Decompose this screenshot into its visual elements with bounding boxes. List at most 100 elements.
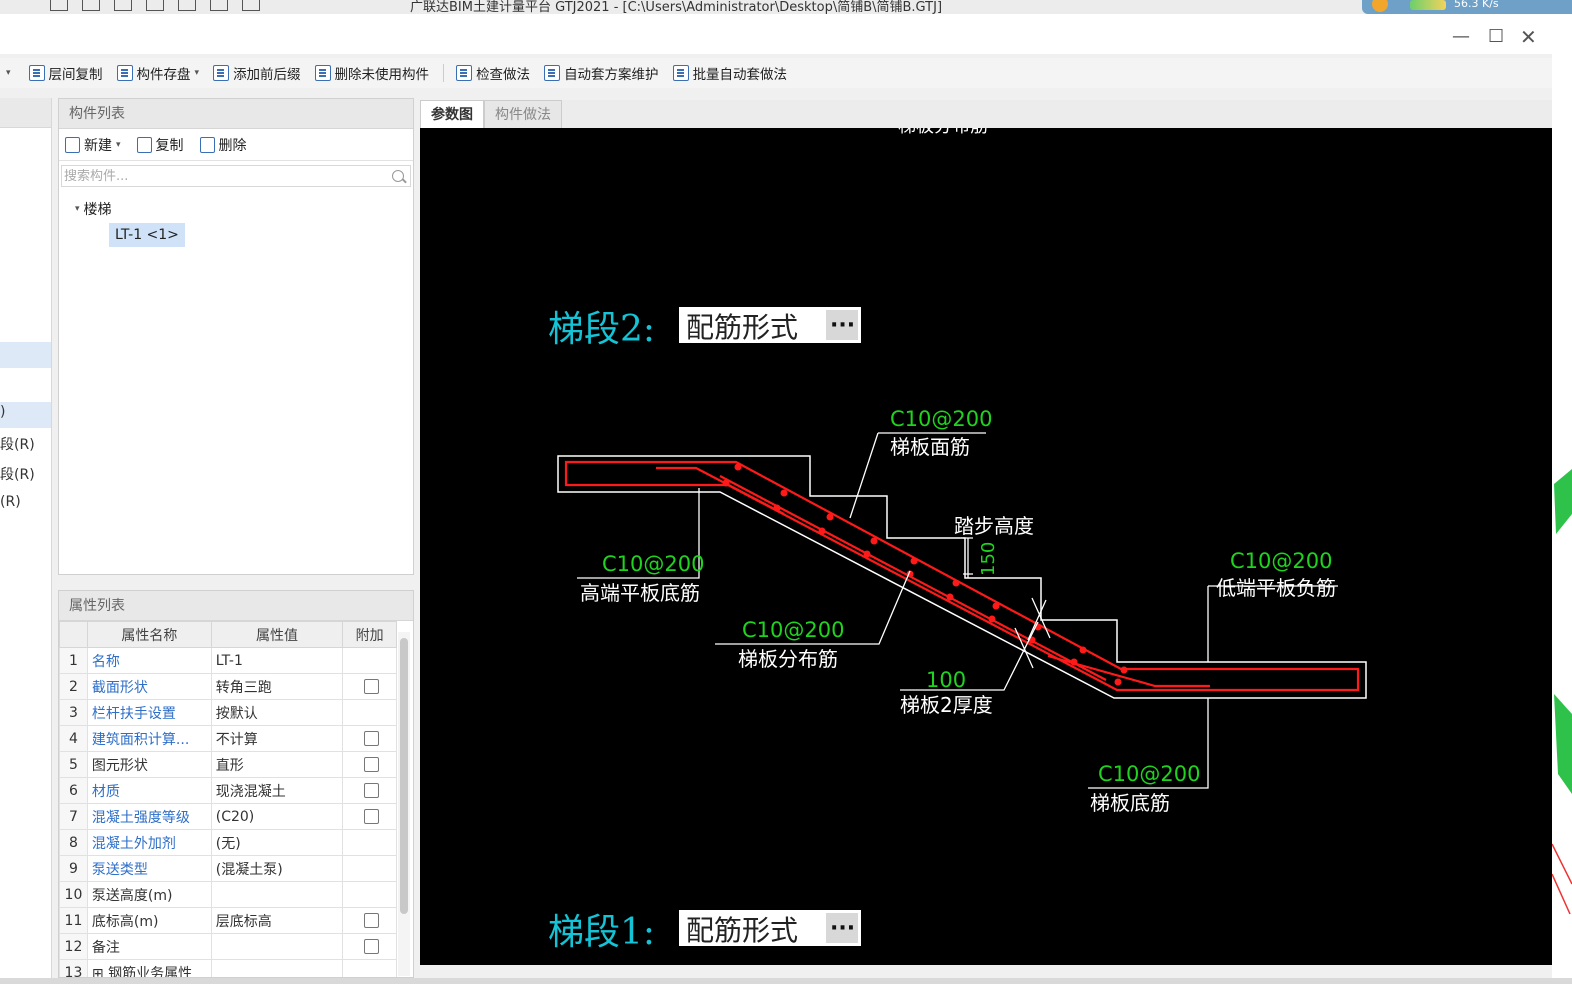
title-bar: 广联达BIM土建计量平台 GTJ2021 - [C:\Users\Adminis… [0, 0, 1572, 14]
segment1-rebar-form-field[interactable]: 配筋形式 ··· [679, 910, 861, 947]
attach-checkbox[interactable] [364, 679, 380, 694]
attach-checkbox[interactable] [364, 783, 380, 798]
nav-item[interactable]: 段(R) [0, 434, 35, 454]
nav-selected-row[interactable] [0, 402, 51, 428]
property-value[interactable]: 现浇混凝土 [210, 777, 344, 804]
qa-icon[interactable] [50, 0, 68, 11]
tree-node-lt1[interactable]: LT-1 <1> [109, 223, 185, 247]
header-extra: 附加 [342, 621, 397, 648]
qa-icon[interactable] [210, 0, 228, 11]
property-value[interactable] [210, 881, 344, 908]
segment2-rebar-form-field[interactable]: 配筋形式 ··· [679, 307, 861, 344]
attach-checkbox[interactable] [364, 809, 380, 824]
batch-icon [672, 65, 689, 81]
property-row[interactable]: 1 名称 LT-1 [59, 647, 397, 674]
toolbar-batch-auto-button[interactable]: 批量自动套做法 [672, 63, 787, 83]
property-value[interactable]: (无) [210, 829, 344, 856]
tree-node-stairs[interactable]: ▾ 楼梯 [75, 199, 112, 219]
top-cut-label: 梯板分布筋 [898, 128, 988, 137]
attach-checkbox[interactable] [364, 913, 380, 928]
qa-icon[interactable] [114, 0, 132, 11]
property-row[interactable]: 4 建筑面积计算... 不计算 [59, 725, 397, 752]
attach-checkbox[interactable] [364, 757, 380, 772]
new-component-button[interactable]: 新建 ▾ [65, 135, 121, 155]
property-index: 8 [59, 829, 88, 856]
minimize-button[interactable]: — [1452, 28, 1470, 46]
property-row[interactable]: 13 ⊞ 钢筋业务属性 [59, 959, 397, 977]
net-speed-bar [1410, 0, 1446, 10]
chevron-down-icon[interactable]: ▾ [116, 140, 121, 150]
property-scrollbar[interactable] [398, 632, 410, 976]
trash-icon [199, 136, 215, 153]
scrollbar-thumb[interactable] [400, 638, 408, 914]
component-search-input[interactable] [64, 168, 364, 184]
toolbar-divider [443, 64, 445, 82]
caret-down-icon[interactable]: ▾ [75, 204, 80, 214]
property-name: 图元形状 [86, 751, 212, 778]
copy-component-button[interactable]: 复制 [136, 135, 184, 155]
component-list-title: 构件列表 [59, 99, 413, 129]
distribution-rebar-name: 梯板分布筋 [738, 647, 838, 671]
low-end-rebar-spec: C10@200 [1230, 549, 1332, 573]
property-index: 2 [59, 673, 88, 700]
property-name: 备注 [86, 933, 212, 960]
nav-item[interactable]: (R) [0, 494, 21, 510]
property-value[interactable] [210, 933, 344, 960]
toolbar-auto-scheme-button[interactable]: 自动套方案维护 [544, 63, 659, 83]
maximize-button[interactable]: ☐ [1488, 28, 1504, 46]
attach-checkbox[interactable] [364, 731, 380, 746]
property-row[interactable]: 5 图元形状 直形 [59, 751, 397, 778]
toolbar-add-prefix-button[interactable]: 添加前后缀 [213, 63, 301, 83]
property-value[interactable] [210, 959, 344, 977]
close-button[interactable]: ✕ [1520, 27, 1537, 47]
toolbar-floor-copy-button[interactable]: 层间复制 [28, 63, 103, 83]
nav-item[interactable]: 段(R) [0, 464, 35, 484]
tab-component-method[interactable]: 构件做法 [484, 100, 562, 128]
qa-icon[interactable] [178, 0, 196, 11]
qa-icon[interactable] [242, 0, 260, 11]
nav-highlight-row[interactable] [0, 342, 51, 368]
property-row[interactable]: 6 材质 现浇混凝土 [59, 777, 397, 804]
property-name: 混凝土强度等级 [86, 803, 212, 830]
qa-icon[interactable] [82, 0, 100, 11]
toolbar-save-component-button[interactable]: 构件存盘 ▾ [116, 63, 200, 83]
slab-thickness-name: 梯板2厚度 [900, 693, 993, 717]
low-end-rebar-name: 低端平板负筋 [1216, 576, 1336, 600]
property-value[interactable]: (C20) [210, 803, 344, 830]
property-row[interactable]: 8 混凝土外加剂 (无) [59, 829, 397, 856]
property-row[interactable]: 3 栏杆扶手设置 按默认 [59, 699, 397, 726]
chevron-down-icon[interactable]: ▾ [195, 68, 200, 78]
property-row[interactable]: 11 底标高(m) 层底标高 [59, 907, 397, 934]
property-row[interactable]: 10 泵送高度(m) [59, 881, 397, 908]
property-extra-cell [342, 673, 397, 700]
property-value[interactable]: 按默认 [210, 699, 344, 726]
property-table-body: 1 名称 LT-1 2 截面形状 转角三跑 3 栏杆扶手设置 按默认 4 建筑面积计算... 不计算 5… [59, 647, 397, 977]
attach-checkbox[interactable] [364, 939, 380, 954]
delete-component-button[interactable]: 删除 [199, 135, 247, 155]
property-name: 材质 [86, 777, 212, 804]
property-name: 底标高(m) [86, 907, 212, 934]
leader-lines [577, 432, 1338, 789]
property-value[interactable]: 转角三跑 [210, 673, 344, 700]
property-extra-cell [342, 751, 397, 778]
property-value[interactable]: (混凝土泵) [210, 855, 344, 882]
property-extra-cell [342, 803, 397, 830]
search-icon[interactable] [392, 170, 404, 182]
property-value[interactable]: LT-1 [210, 647, 344, 674]
property-row[interactable]: 9 泵送类型 (混凝土泵) [59, 855, 397, 882]
tab-parameter-diagram[interactable]: 参数图 [420, 100, 484, 128]
toolbar-check-method-button[interactable]: 检查做法 [456, 63, 530, 83]
qa-icon[interactable] [146, 0, 164, 11]
header-name: 属性名称 [86, 621, 212, 648]
property-value[interactable]: 不计算 [210, 725, 344, 752]
property-value[interactable]: 直形 [210, 751, 344, 778]
property-row[interactable]: 2 截面形状 转角三跑 [59, 673, 397, 700]
property-value[interactable]: 层底标高 [210, 907, 344, 934]
delete-list-icon [314, 65, 331, 81]
segment2-label: 梯段2: [548, 309, 655, 350]
toolbar-delete-unused-button[interactable]: 删除未使用构件 [314, 63, 429, 83]
nav-item[interactable]: ) [0, 404, 5, 420]
property-row[interactable]: 7 混凝土强度等级 (C20) [59, 803, 397, 830]
chevron-down-icon[interactable]: ▾ [6, 68, 11, 78]
property-row[interactable]: 12 备注 [59, 933, 397, 960]
